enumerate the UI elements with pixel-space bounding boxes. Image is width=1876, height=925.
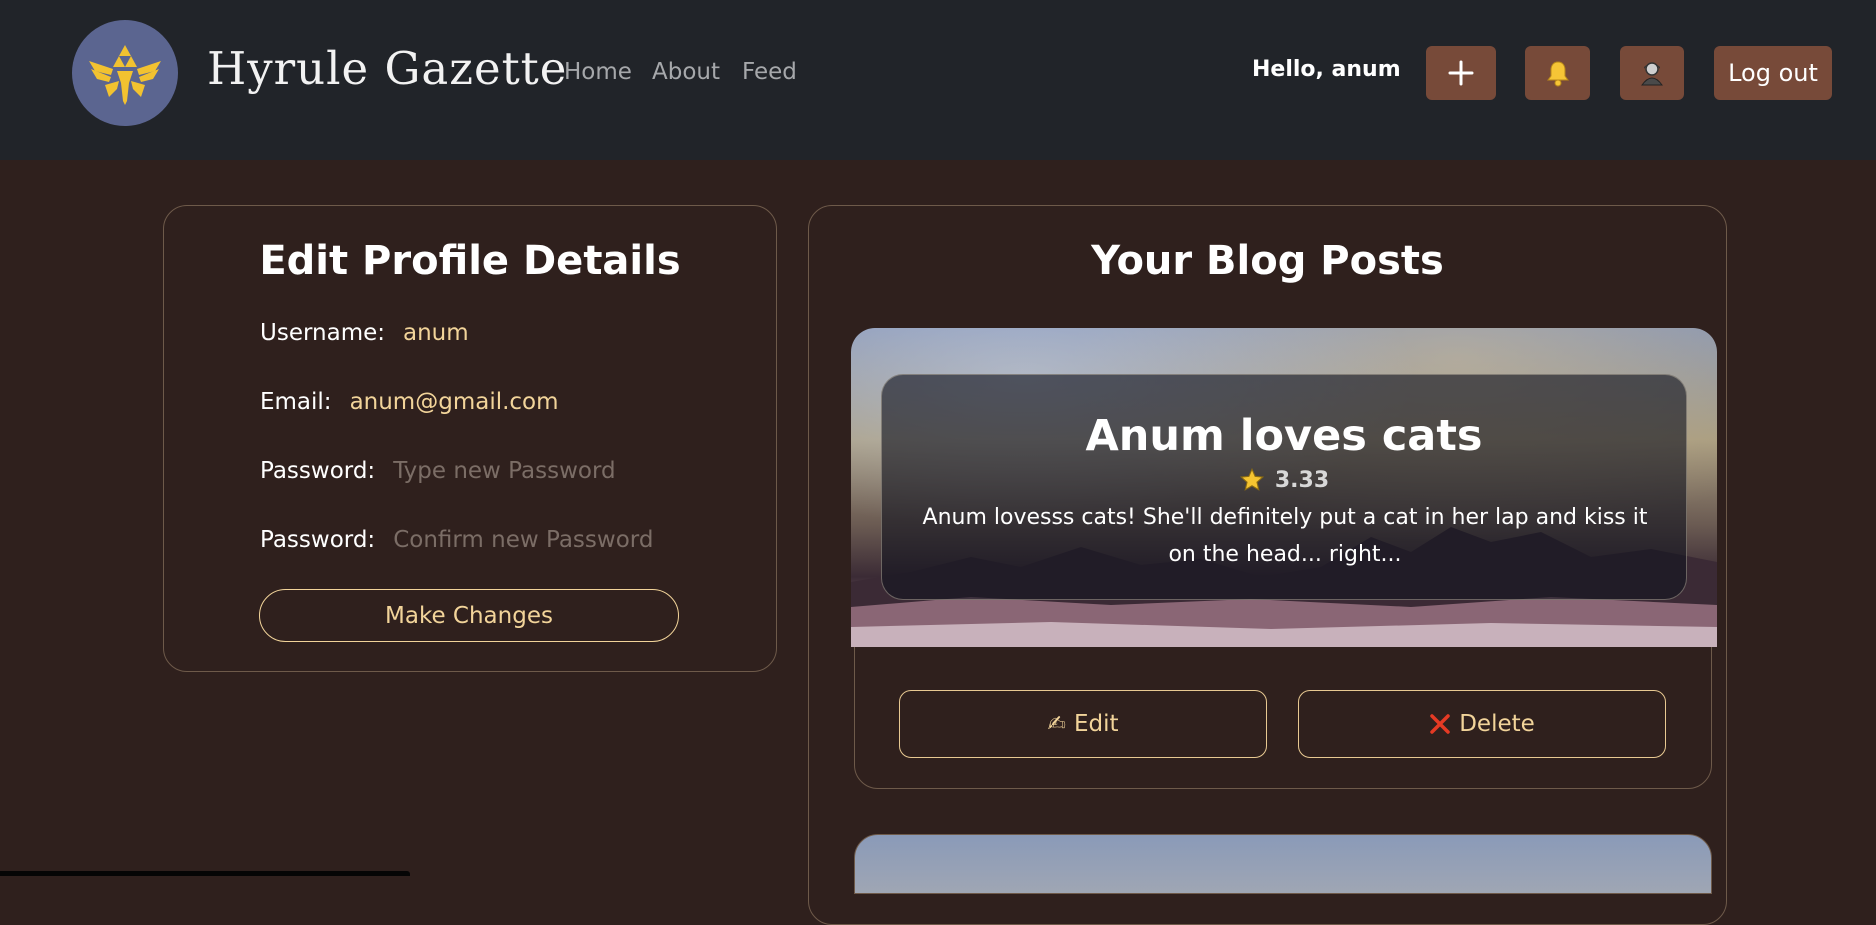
username-value: anum [403,320,469,346]
username-row: Username: anum [260,320,469,346]
edit-label: Edit [1073,711,1119,737]
logo[interactable] [72,20,178,126]
star-icon [1239,467,1264,491]
new-password-input[interactable] [393,458,694,484]
username-label: Username: [260,320,385,346]
confirm-password-input[interactable] [393,527,694,553]
edit-post-button[interactable]: ✍ Edit [899,690,1267,758]
edit-profile-card: Edit Profile Details Username: anum Emai… [163,205,777,672]
post-overlay: Anum loves cats 3.33 Anum lovesss cats! … [881,374,1687,600]
profile-button[interactable] [1620,46,1684,100]
next-post-hero-image[interactable] [854,834,1712,894]
triforce-crest-icon [89,45,161,105]
make-changes-button[interactable]: Make Changes [259,589,679,642]
post-excerpt: Anum lovesss cats! She'll definitely put… [922,505,1648,567]
navbar: Hyrule Gazette Home About Feed Hello, an… [0,0,1876,160]
brand-title[interactable]: Hyrule Gazette [207,42,567,95]
nav-home-link[interactable]: Home [564,59,632,85]
logout-button[interactable]: Log out [1714,46,1832,100]
rating-value: 3.33 [1274,467,1330,493]
cross-icon [1430,714,1450,734]
edit-profile-title: Edit Profile Details [259,238,681,284]
confirm-password-row: Password: [260,527,694,553]
notifications-button[interactable] [1525,46,1590,100]
post-rating: 3.33 [882,467,1686,493]
password-label: Password: [260,458,376,484]
delete-post-button[interactable]: Delete [1298,690,1666,758]
bell-icon [1546,61,1569,87]
email-label: Email: [260,389,332,415]
confirm-password-label: Password: [260,527,376,553]
nav-feed-link[interactable]: Feed [742,59,797,85]
blog-posts-title: Your Blog Posts [1091,238,1444,284]
post-title[interactable]: Anum loves cats [882,411,1686,461]
blog-posts-card: Your Blog Posts Anum loves cats 3.33 Anu… [808,205,1727,925]
password-row: Password: [260,458,694,484]
user-greeting: Hello, anum [1252,57,1401,82]
email-row: Email: anum@gmail.com [260,389,559,415]
user-icon [1641,62,1663,86]
email-value: anum@gmail.com [349,389,559,415]
nav-about-link[interactable]: About [652,59,720,85]
delete-label: Delete [1459,711,1535,737]
writing-hand-icon: ✍ [1047,711,1066,737]
plus-icon [1448,60,1474,86]
horizontal-scrollbar[interactable] [0,871,410,876]
add-post-button[interactable] [1426,46,1496,100]
post-hero-image[interactable]: Anum loves cats 3.33 Anum lovesss cats! … [851,328,1717,647]
